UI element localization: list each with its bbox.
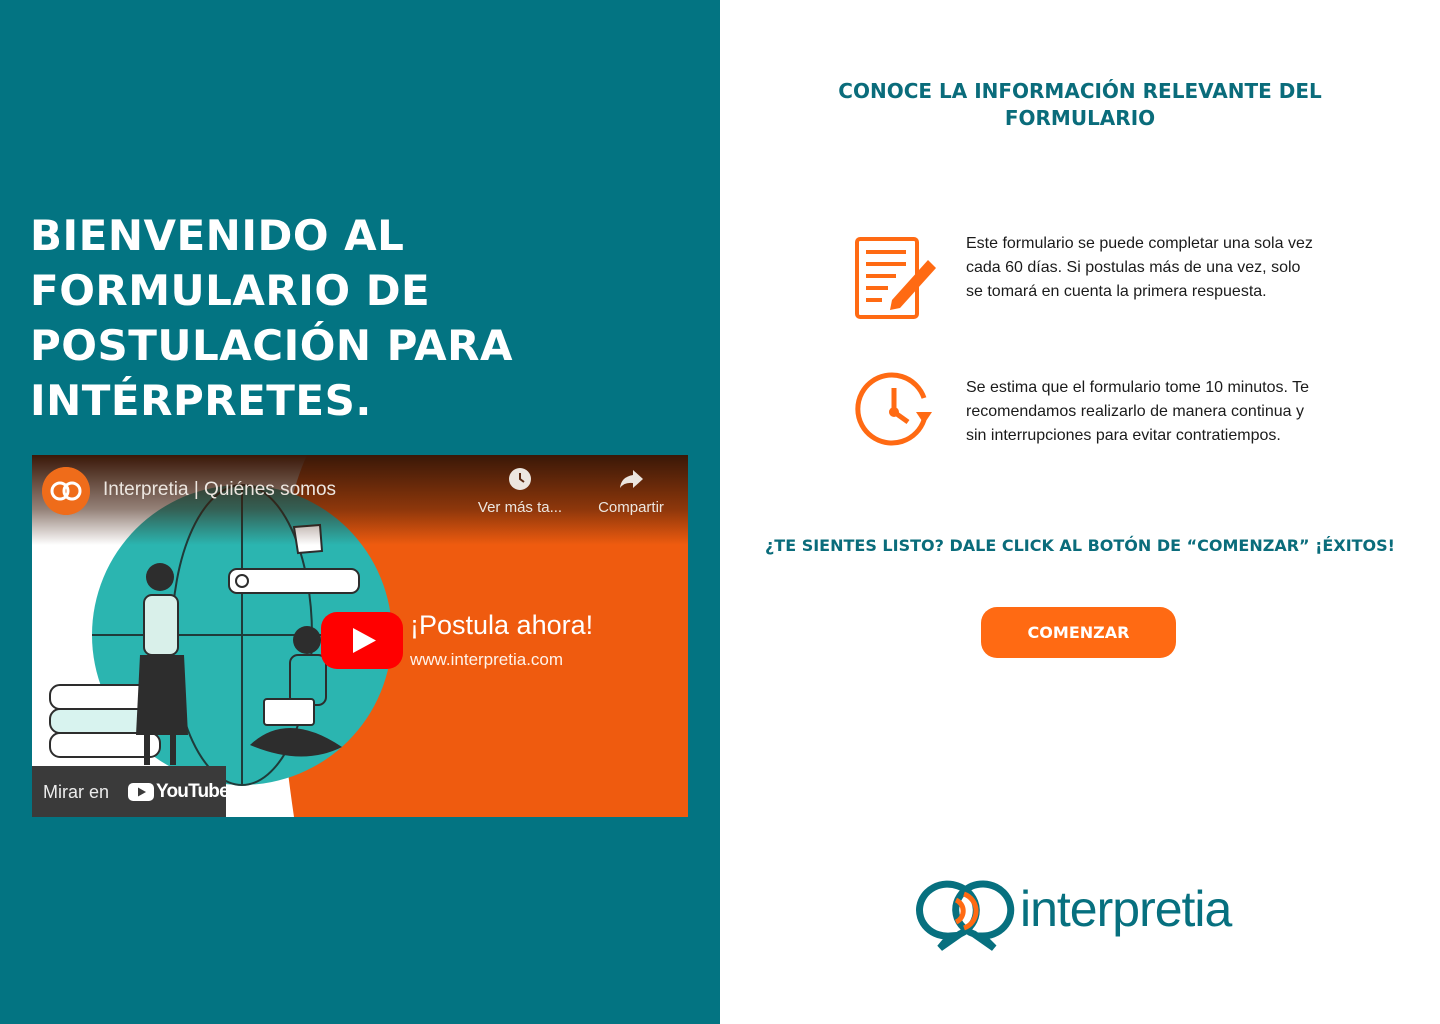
share-label: Compartir — [598, 499, 664, 516]
play-icon[interactable] — [321, 612, 403, 669]
ready-prompt: ¿Te sientes listo? Dale click al botón d… — [765, 536, 1395, 555]
welcome-heading: Bienvenido al formulario de postulación … — [30, 211, 513, 425]
left-panel: Bienvenido al formulario de postulación … — [0, 0, 720, 1024]
channel-logo-icon[interactable] — [42, 467, 90, 515]
youtube-video-player[interactable]: Interpretia | Quiénes somos Ver más ta..… — [32, 455, 688, 817]
form-edit-icon — [855, 237, 936, 319]
section-title: Conoce la información relevante del form… — [838, 79, 1322, 130]
promo-title: ¡Postula ahora! — [410, 610, 594, 640]
watch-on-youtube-button[interactable]: Mirar en YouTube — [32, 766, 230, 817]
share-button[interactable]: Compartir — [586, 467, 676, 516]
share-icon — [620, 470, 643, 488]
watch-later-label: Ver más ta... — [477, 499, 563, 516]
brand-name: interpretia — [1020, 881, 1232, 937]
clock-icon — [855, 372, 932, 446]
info-text-frequency: Este formulario se puede completar una s… — [966, 235, 1313, 300]
promo-url: www.interpretia.com — [410, 650, 564, 669]
clock-icon — [509, 468, 531, 490]
youtube-logo-icon — [128, 783, 154, 801]
video-title[interactable]: Interpretia | Quiénes somos — [103, 479, 336, 501]
info-text-duration: Se estima que el formulario tome 10 minu… — [966, 379, 1309, 444]
watch-on-label: Mirar en — [43, 782, 110, 802]
watch-later-button[interactable]: Ver más ta... — [470, 467, 570, 516]
youtube-wordmark: YouTube — [156, 781, 230, 802]
start-button[interactable]: Comenzar — [981, 607, 1176, 658]
